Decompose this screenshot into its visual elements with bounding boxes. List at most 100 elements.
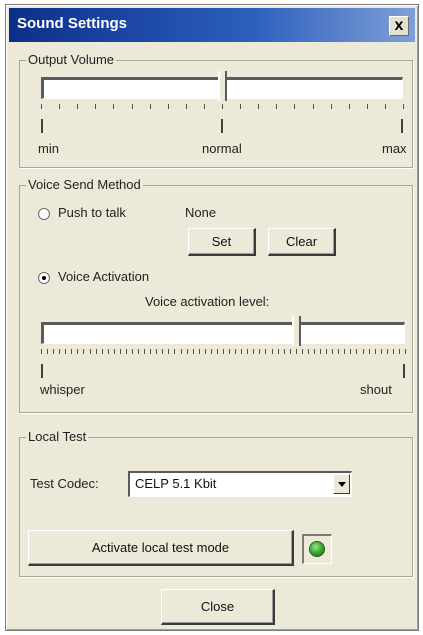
slider-tick [41, 104, 42, 109]
slider-thumb[interactable] [218, 71, 227, 101]
slider-tick [185, 104, 187, 109]
slider-tick [101, 349, 103, 354]
slider-tick [107, 349, 109, 354]
slider-tick [403, 104, 404, 109]
slider-tick [386, 349, 388, 354]
normal-label: normal [202, 141, 242, 156]
hotkey-value: None [185, 205, 217, 220]
slider-tick [113, 349, 115, 354]
slider-tick [47, 349, 49, 354]
slider-tick [366, 104, 368, 109]
slider-tick [144, 349, 146, 354]
slider-tick [113, 104, 115, 109]
slider-tick [198, 349, 200, 354]
activate-local-test-button[interactable]: Activate local test mode [28, 530, 294, 566]
whisper-label: whisper [40, 382, 85, 397]
slider-tick [253, 349, 255, 354]
slider-ticks [41, 349, 406, 355]
slider-tick [156, 349, 158, 354]
slider-tick [338, 349, 340, 354]
slider-tick [186, 349, 188, 354]
slider-tick [95, 104, 97, 109]
test-codec-value: CELP 5.1 Kbit [135, 476, 217, 491]
slider-tick [277, 349, 279, 354]
slider-tick [59, 104, 61, 109]
voice-send-method-legend: Voice Send Method [26, 177, 143, 192]
slider-tick [167, 104, 169, 109]
window-title: Sound Settings [17, 15, 127, 32]
slider-tick [180, 349, 182, 354]
slider-tick [380, 349, 382, 354]
slider-tick [119, 349, 121, 354]
slider-tick [89, 349, 91, 354]
set-button[interactable]: Set [188, 228, 256, 256]
slider-tick [131, 104, 133, 109]
slider-tick [216, 349, 218, 354]
slider-tick [312, 104, 314, 109]
slider-tick [204, 349, 206, 354]
slider-tick [374, 349, 376, 354]
slider-tick [320, 349, 322, 354]
normal-tick [221, 119, 223, 133]
slider-tick [138, 349, 140, 354]
slider-tick [392, 349, 394, 354]
slider-tick [356, 349, 358, 354]
close-button[interactable]: Close [161, 589, 275, 625]
slider-tick [235, 349, 237, 354]
push-to-talk-label[interactable]: Push to talk [58, 205, 126, 220]
test-codec-select[interactable]: CELP 5.1 Kbit [128, 471, 352, 497]
slider-tick [276, 104, 278, 109]
slider-tick [332, 349, 334, 354]
output-volume-slider[interactable] [41, 71, 404, 113]
slider-tick [258, 104, 260, 109]
test-codec-label: Test Codec: [30, 476, 99, 491]
slider-tick [53, 349, 55, 354]
min-tick [41, 119, 43, 133]
title-bar[interactable]: Sound Settings x [9, 8, 415, 42]
slider-tick [174, 349, 176, 354]
slider-tick [222, 104, 223, 109]
slider-tick [125, 349, 127, 354]
slider-tick [326, 349, 328, 354]
voice-send-method-group: Voice Send Method Push to talk None Set … [19, 177, 413, 413]
slider-tick [95, 349, 97, 354]
slider-tick [265, 349, 267, 354]
slider-tick [362, 349, 364, 354]
shout-tick [403, 364, 405, 378]
slider-tick [344, 349, 346, 354]
sound-settings-dialog: Sound Settings x Output Volume min norma… [5, 4, 419, 631]
push-to-talk-radio[interactable] [38, 208, 50, 220]
clear-button[interactable]: Clear [268, 228, 336, 256]
slider-tick [314, 349, 315, 354]
slider-tick [41, 349, 42, 354]
slider-tick [368, 349, 370, 354]
slider-tick [203, 104, 205, 109]
slider-tick [241, 349, 243, 354]
slider-tick [348, 104, 350, 109]
slider-tick [240, 104, 242, 109]
close-icon[interactable]: x [389, 16, 409, 36]
chevron-down-icon[interactable] [333, 474, 350, 494]
slider-tick [168, 349, 170, 354]
local-test-group: Local Test Test Codec: CELP 5.1 Kbit Act… [19, 429, 413, 577]
slider-thumb[interactable] [291, 316, 301, 346]
slider-tick [59, 349, 61, 354]
slider-tick [405, 349, 406, 354]
slider-tick [247, 349, 249, 354]
slider-tick [223, 349, 224, 354]
slider-tick [259, 349, 261, 354]
slider-ticks [41, 104, 404, 110]
voice-activation-label[interactable]: Voice Activation [58, 269, 149, 284]
max-tick [401, 119, 403, 133]
slider-tick [192, 349, 194, 354]
slider-tick [271, 349, 273, 354]
voice-activation-slider[interactable] [41, 316, 406, 358]
voice-activation-radio[interactable] [38, 272, 50, 284]
slider-tick [294, 104, 296, 109]
shout-label: shout [360, 382, 392, 397]
slider-tick [307, 349, 309, 354]
slider-tick [83, 349, 85, 354]
slider-tick [149, 104, 151, 109]
test-status-led-icon [309, 541, 325, 557]
slider-tick [71, 349, 73, 354]
